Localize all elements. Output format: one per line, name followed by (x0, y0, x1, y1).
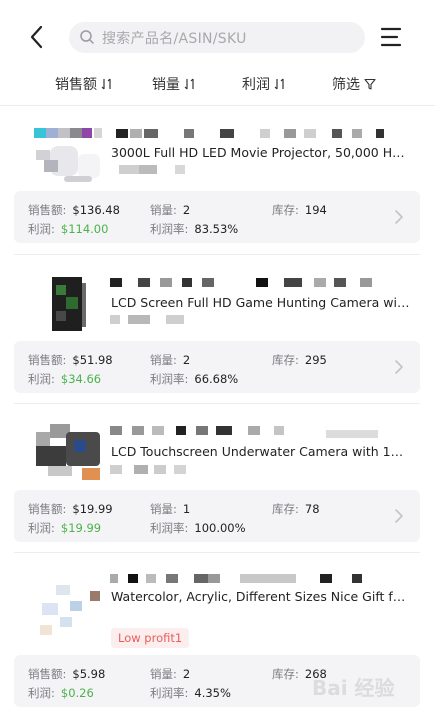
product-thumbnail (52, 277, 86, 333)
stock-stat: 库存: 78 (272, 502, 320, 516)
product-thumbnail (36, 144, 102, 184)
profit-stat: 利润: $19.99 (28, 521, 102, 535)
product-thumbnail (40, 581, 110, 639)
margin-stat: 利润率: 83.53% (150, 222, 239, 236)
search-input[interactable]: 搜索产品名/ASIN/SKU (69, 22, 365, 53)
sort-tab-label: 利润 (242, 77, 270, 93)
stock-stat: 库存: 295 (272, 353, 327, 367)
top-bar: 搜索产品名/ASIN/SKU (0, 0, 435, 70)
margin-stat: 利润率: 4.35% (150, 686, 231, 700)
stats-panel[interactable]: 销售额: $136.48 销量: 2 库存: 194 利润: $114.00 利润率: 8… (14, 191, 420, 243)
product-title: Watercolor, Acrylic, Different Sizes Nic… (111, 589, 411, 604)
margin-stat: 利润率: 100.00% (150, 521, 246, 535)
search-icon (80, 30, 94, 44)
profit-stat: 利润: $0.26 (28, 686, 94, 700)
chevron-right-icon[interactable] (394, 209, 404, 225)
pixelated-asin (110, 315, 186, 325)
pixelated-sku-row (110, 574, 370, 584)
profit-stat: 利润: $114.00 (28, 222, 109, 236)
chevron-right-icon[interactable] (394, 359, 404, 375)
filter-tab-label: 筛选 (332, 77, 360, 93)
sort-tab-label: 销量 (152, 77, 180, 93)
sort-bar: 销售额 销量 利润 筛选 (0, 70, 435, 106)
low-profit-badge: Low profit1 (111, 628, 190, 648)
product-title: LCD Touchscreen Underwater Camera with 1… (111, 444, 411, 459)
stats-panel[interactable]: 销售额: $19.99 销量: 1 库存: 78 利润: $19.99 利润率: 100.… (14, 490, 420, 542)
filter-tab[interactable]: 筛选 (332, 74, 376, 94)
sales-stat: 销售额: $51.98 (28, 353, 113, 367)
stats-panel[interactable]: 销售额: $51.98 销量: 2 库存: 295 利润: $34.66 利润率: 66.… (14, 341, 420, 393)
pixelated-sku-row (110, 278, 380, 288)
profit-stat: 利润: $34.66 (28, 372, 102, 386)
pixelated-asin (110, 465, 190, 475)
pixelated-sku-row (34, 128, 384, 140)
sales-stat: 销售额: $136.48 (28, 203, 120, 217)
search-placeholder: 搜索产品名/ASIN/SKU (102, 31, 247, 47)
chevron-right-icon[interactable] (394, 508, 404, 524)
product-card[interactable]: 3000L Full HD LED Movie Projector, 50,00… (0, 107, 435, 255)
sort-tab-label: 销售额 (55, 77, 97, 93)
units-stat: 销量: 2 (150, 203, 191, 217)
sort-tab-sales[interactable]: 销售额 (55, 74, 113, 94)
margin-stat: 利润率: 66.68% (150, 372, 239, 386)
sort-arrows-icon (184, 78, 194, 90)
product-card[interactable]: LCD Screen Full HD Game Hunting Camera w… (0, 255, 435, 404)
sort-tab-profit[interactable]: 利润 (242, 74, 286, 94)
units-stat: 销量: 2 (150, 667, 191, 681)
pixelated-sku-row (110, 426, 380, 438)
stock-stat: 库存: 194 (272, 203, 327, 217)
watermark: Bai 经验 (312, 676, 395, 700)
menu-icon[interactable] (380, 26, 404, 48)
sort-arrows-icon (101, 78, 111, 90)
units-stat: 销量: 2 (150, 353, 191, 367)
sales-stat: 销售额: $19.99 (28, 502, 113, 516)
product-title: LCD Screen Full HD Game Hunting Camera w… (111, 295, 411, 310)
product-card[interactable]: LCD Touchscreen Underwater Camera with 1… (0, 404, 435, 553)
filter-funnel-icon (364, 78, 376, 90)
sort-arrows-icon (274, 78, 284, 90)
pixelated-asin (119, 165, 189, 175)
product-thumbnail (34, 424, 104, 482)
sales-stat: 销售额: $5.98 (28, 667, 106, 681)
product-title: 3000L Full HD LED Movie Projector, 50,00… (111, 145, 411, 160)
units-stat: 销量: 1 (150, 502, 191, 516)
sort-tab-units[interactable]: 销量 (152, 74, 196, 94)
back-arrow-icon[interactable] (22, 22, 52, 52)
